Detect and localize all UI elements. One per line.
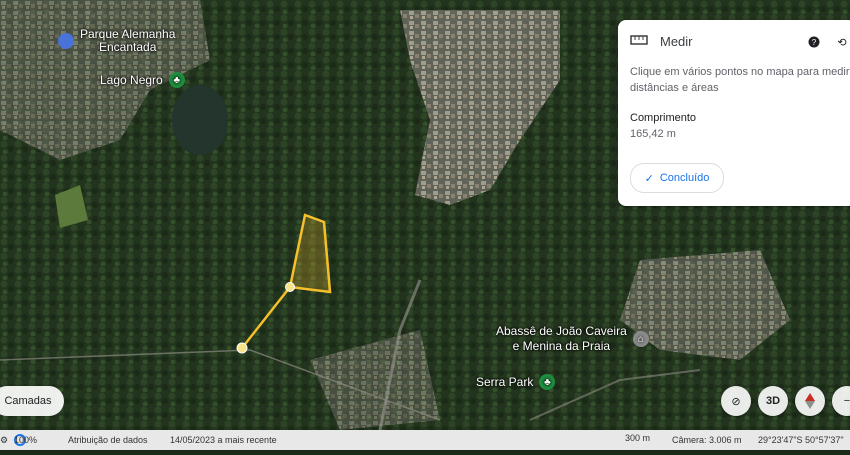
poi-label: Parque Alemanha (80, 27, 176, 41)
poi-abasse[interactable]: Abassê de João Caveira e Menina da Praia… (496, 324, 649, 354)
measure-header: Medir (630, 34, 693, 49)
poi-serra-park[interactable]: Serra Park ♣ (476, 374, 556, 390)
poi-parque-alemanha[interactable]: Parque Alemanha Encantada (58, 28, 175, 54)
length-value: 165,42 m (630, 128, 676, 140)
poi-label: Lago Negro (100, 73, 163, 87)
camera-altitude: Câmera: 3.006 m (672, 435, 742, 445)
check-icon: ✓ (644, 172, 654, 185)
3d-label: 3D (765, 395, 781, 407)
compass-button[interactable] (795, 386, 825, 416)
3d-button[interactable]: 3D (758, 386, 788, 416)
data-attribution-link[interactable]: Atribuição de dados (68, 435, 148, 445)
poi-lago-negro[interactable]: Lago Negro ♣ (100, 72, 185, 88)
imagery-date: 14/05/2023 a mais recente (170, 435, 277, 445)
no-location-icon: ⊘ (731, 395, 741, 408)
poi-label: Encantada (99, 40, 157, 54)
park-pin-icon: ♣ (539, 374, 556, 390)
settings-icon[interactable]: ⚙ (0, 435, 8, 446)
length-label: Comprimento (630, 112, 697, 124)
scale-label: 300 m (625, 433, 651, 443)
poi-label: Serra Park (476, 375, 534, 389)
park-pin-icon: ♣ (168, 72, 185, 88)
status-bar: ⚙ 100% Atribuição de dados 14/05/2023 a … (0, 430, 850, 450)
svg-text:?: ? (812, 38, 817, 47)
worship-pin-icon: ⌂ (632, 331, 649, 347)
layers-label: Camadas (4, 395, 52, 407)
zoom-level: 100% (14, 435, 38, 445)
measure-vertex (285, 282, 295, 292)
measure-description: Clique em vários pontos no mapa para med… (630, 66, 850, 94)
poi-label: e Menina da Praia (512, 339, 611, 353)
measure-title: Medir (660, 34, 693, 49)
done-label: Concluído (659, 172, 710, 184)
ruler-icon (630, 34, 648, 49)
poi-label: Abassê de João Caveira (496, 324, 627, 338)
undo-icon[interactable]: ⟲ (834, 34, 850, 50)
help-icon[interactable]: ? (806, 34, 822, 50)
compass-icon (805, 393, 815, 409)
coordinates: 29°23'47"S 50°57'37" (758, 435, 844, 445)
layers-button[interactable]: Camadas (0, 386, 64, 416)
measure-panel: Medir ? ⟲ Clique em vários pontos no map… (618, 20, 850, 206)
done-button[interactable]: ✓ Concluído (630, 163, 724, 193)
hide-pois-button[interactable]: ⊘ (721, 386, 751, 416)
blue-pin-icon (58, 33, 74, 49)
measure-vertex (236, 342, 248, 354)
minus-icon: − (843, 395, 850, 407)
